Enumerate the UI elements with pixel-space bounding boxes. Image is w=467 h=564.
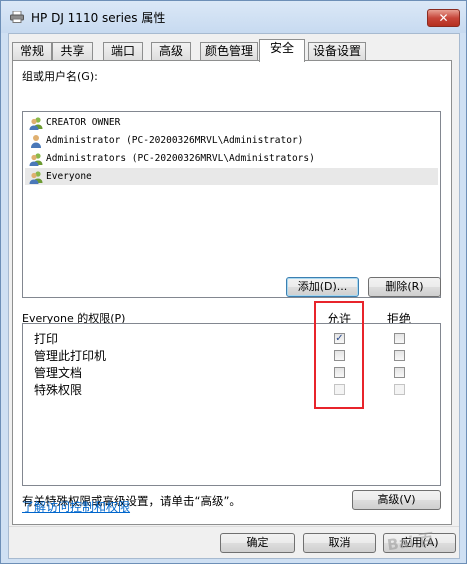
permission-name: 管理此打印机 [34, 349, 107, 363]
tab-sharing[interactable]: 共享 [52, 42, 93, 61]
users-icon [29, 117, 43, 130]
tab-security[interactable]: 安全 [259, 39, 305, 62]
list-item-label: Everyone [46, 171, 92, 182]
list-item-label: CREATOR OWNER [46, 117, 121, 128]
dialog-body: 常规 共享 端口 高级 颜色管理 安全 设备设置 组或用户名(G): CREAT… [8, 33, 460, 559]
tab-ports[interactable]: 端口 [103, 42, 143, 61]
permissions-list: 打印 ✓ 管理此打印机 管理文档 特殊权限 [22, 323, 441, 486]
remove-button[interactable]: 删除(R) [368, 277, 441, 297]
divider [9, 526, 459, 527]
deny-checkbox-special [394, 384, 405, 395]
printer-properties-window: HP DJ 1110 series 属性 ✕ 常规 共享 端口 高级 颜色管理 … [0, 0, 467, 564]
security-panel: 组或用户名(G): CREATOR OWNER Administrator (P… [12, 60, 452, 525]
help-link[interactable]: 了解访问控制和权限 [22, 498, 130, 515]
window-title: HP DJ 1110 series 属性 [31, 11, 166, 25]
tab-advanced[interactable]: 高级 [151, 42, 191, 61]
deny-checkbox-print[interactable] [394, 333, 405, 344]
tab-general[interactable]: 常规 [12, 42, 52, 61]
users-icon [29, 153, 43, 166]
users-icon [29, 171, 43, 184]
close-button[interactable]: ✕ [427, 9, 460, 27]
list-item[interactable]: Administrators (PC-20200326MRVL\Administ… [25, 150, 438, 167]
list-item[interactable]: Administrator (PC-20200326MRVL\Administr… [25, 132, 438, 149]
permission-row: 管理此打印机 [23, 348, 440, 365]
list-item-label: Administrator (PC-20200326MRVL\Administr… [46, 135, 304, 146]
permission-row: 管理文档 [23, 365, 440, 382]
permission-name: 管理文档 [34, 366, 83, 380]
advanced-button[interactable]: 高级(V) [352, 490, 441, 510]
permission-row: 打印 ✓ [23, 331, 440, 348]
list-item[interactable]: CREATOR OWNER [25, 114, 438, 131]
annotation-highlight-box [314, 301, 364, 409]
list-item-selected[interactable]: Everyone [25, 168, 438, 185]
title-bar[interactable]: HP DJ 1110 series 属性 ✕ [1, 1, 466, 33]
group-user-list[interactable]: CREATOR OWNER Administrator (PC-20200326… [22, 111, 441, 298]
permission-row: 特殊权限 [23, 382, 440, 399]
deny-checkbox-manage-documents[interactable] [394, 367, 405, 378]
tab-color-management[interactable]: 颜色管理 [200, 42, 258, 61]
ok-button[interactable]: 确定 [220, 533, 295, 553]
user-icon [31, 135, 41, 148]
tab-device-settings[interactable]: 设备设置 [308, 42, 366, 61]
printer-icon [10, 11, 24, 23]
permission-name: 特殊权限 [34, 383, 83, 397]
permission-name: 打印 [34, 332, 59, 346]
group-list-label: 组或用户名(G): [22, 70, 98, 83]
add-button[interactable]: 添加(D)... [286, 277, 359, 297]
list-item-label: Administrators (PC-20200326MRVL\Administ… [46, 153, 315, 164]
deny-checkbox-manage-printer[interactable] [394, 350, 405, 361]
cancel-button[interactable]: 取消 [303, 533, 376, 553]
